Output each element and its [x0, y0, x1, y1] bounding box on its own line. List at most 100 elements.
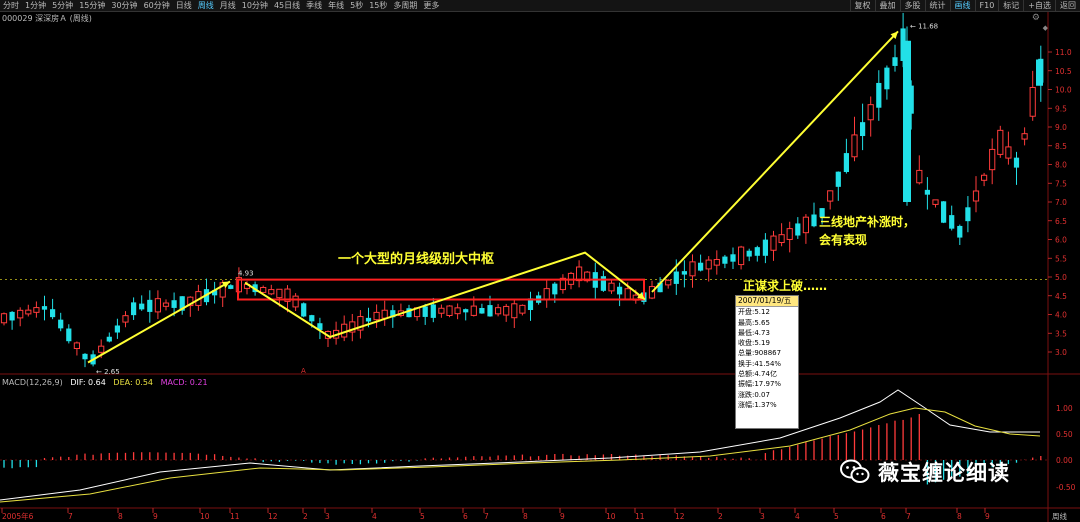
price-tick: 3.5 [1055, 329, 1067, 338]
tab-5[interactable]: 60分钟 [141, 0, 173, 11]
candle-body-down [924, 189, 930, 195]
candle-body-up [972, 190, 980, 202]
toolbar-button-2[interactable]: 多股 [899, 0, 925, 11]
tab-0[interactable]: 分时 [0, 0, 22, 11]
candle-body-down [90, 354, 96, 365]
candle-body-up [495, 307, 502, 315]
candle-body-up [154, 298, 162, 313]
candle-body-up [292, 295, 299, 308]
toolbar-button-0[interactable]: 复权 [849, 0, 875, 11]
time-tick: 2005年6 [2, 511, 34, 521]
tab-10[interactable]: 45日线 [271, 0, 303, 11]
macd-legend: MACD(12,26,9) DIF: 0.64 DEA: 0.54 MACD: … [2, 378, 213, 387]
candle-body-up [122, 315, 129, 323]
toolbar-button-1[interactable]: 叠加 [874, 0, 900, 11]
candle-body-up [567, 272, 575, 285]
candle-body-down [722, 256, 728, 264]
tab-1[interactable]: 1分钟 [22, 0, 49, 11]
candle-body-up [648, 286, 656, 299]
toolbar-right-buttons: 复权 叠加 多股 统计 画线 F10 标记 +自选 返回 [849, 0, 1080, 11]
candle-body-up [284, 288, 291, 302]
candle-body-down [203, 289, 210, 303]
tab-3[interactable]: 15分钟 [76, 0, 108, 11]
candle-body-up [470, 305, 477, 316]
candle-body-down [365, 317, 372, 322]
pivot-box [237, 278, 645, 301]
candle-body-up [916, 169, 923, 184]
gear-icon[interactable]: ⚙ [1032, 13, 1040, 23]
toolbar-button-7[interactable]: +自选 [1023, 0, 1055, 11]
tab-13[interactable]: 5秒 [347, 0, 366, 11]
time-tick: 6 [463, 512, 468, 521]
candle-body-down [754, 247, 760, 256]
tab-14[interactable]: 15秒 [366, 0, 390, 11]
candle-body-down [552, 283, 558, 295]
toolbar-button-5[interactable]: F10 [974, 0, 999, 11]
tab-4[interactable]: 30分钟 [108, 0, 140, 11]
candle-body-up [397, 310, 404, 317]
candle-body-down [66, 328, 72, 342]
candle-body-down [860, 122, 866, 137]
drop-icon: ◆ [1042, 24, 1048, 32]
price-tick: 8.5 [1055, 142, 1067, 151]
candle-body-down [835, 171, 841, 187]
candle-body-up [519, 304, 526, 314]
candle-body-up [438, 307, 445, 314]
candle-body-up [268, 289, 275, 295]
macd-tick: -0.50 [1056, 483, 1076, 492]
tab-15[interactable]: 多周期 [390, 0, 420, 11]
tab-12[interactable]: 年线 [325, 0, 347, 11]
time-tick: 11 [230, 512, 240, 521]
candle-body-down [317, 323, 323, 330]
candle-body-up [559, 277, 566, 291]
drawing-overlay: 4.93 ← 2.65 ← 11.68 一个大型的月线级别大中枢正谋求上破…… 三线地产… [87, 23, 938, 376]
candle-body-up [98, 345, 105, 353]
candle-body-up [373, 311, 380, 321]
candle-body-up [584, 271, 591, 282]
trend-zigzag [244, 251, 646, 339]
toolbar-button-6[interactable]: 标记 [998, 0, 1023, 11]
tab-9[interactable]: 10分钟 [239, 0, 271, 11]
toolbar-button-8[interactable]: 返回 [1055, 0, 1080, 11]
axes-labels: 11.0 10.5 10.0 9.5 9.0 8.5 8.0 7.5 7.0 6.5 6.0 5.5 5… [1, 48, 1076, 521]
candle-body-down [876, 82, 882, 108]
candle-body-up [1021, 133, 1028, 140]
time-tick: 6 [881, 512, 886, 521]
candle-body-down [592, 272, 598, 288]
candle-body-down [487, 305, 493, 317]
tab-16[interactable]: 更多 [420, 0, 442, 11]
candle-body-up [1029, 86, 1036, 117]
candle-body-down [50, 309, 56, 318]
time-tick: 7 [68, 512, 73, 521]
tab-8[interactable]: 月线 [217, 0, 239, 11]
candle-body-up [357, 316, 364, 331]
candle-body-up [608, 282, 615, 292]
macd-name: MACD(12,26,9) [2, 378, 63, 387]
tab-6[interactable]: 日线 [173, 0, 195, 11]
info-row: 最高:5.65 [738, 318, 770, 327]
candle-body-up [932, 199, 939, 205]
candle-body-up [0, 313, 8, 324]
kline-chart[interactable]: 4.93 ← 2.65 ← 11.68 一个大型的月线级别大中枢正谋求上破…… 三线地产… [0, 0, 1080, 522]
price-tick: 11.0 [1055, 48, 1072, 57]
candle-body-down [965, 207, 971, 222]
info-row: 收盘:5.19 [738, 339, 770, 348]
toolbar-button-4[interactable]: 画线 [949, 0, 975, 11]
candle-body-down [82, 353, 88, 360]
tab-7[interactable]: 周线 [195, 0, 217, 11]
tab-2[interactable]: 5分钟 [49, 0, 76, 11]
candle-body-up [786, 228, 793, 240]
candle-body-up [770, 235, 777, 251]
time-tick: 7 [906, 512, 911, 521]
candle-body-up [454, 307, 461, 315]
macd-dif: DIF: 0.64 [70, 378, 106, 387]
candle-body-up [446, 305, 453, 317]
candle-body-down [171, 300, 177, 308]
toolbar-button-3[interactable]: 统计 [924, 0, 950, 11]
candle-body-down [795, 223, 801, 236]
tab-11[interactable]: 季线 [303, 0, 325, 11]
info-row: 最低:4.73 [738, 328, 770, 337]
candle-body-up [187, 296, 194, 307]
price-tick: 10.5 [1055, 67, 1072, 76]
wechat-icon [840, 459, 870, 485]
